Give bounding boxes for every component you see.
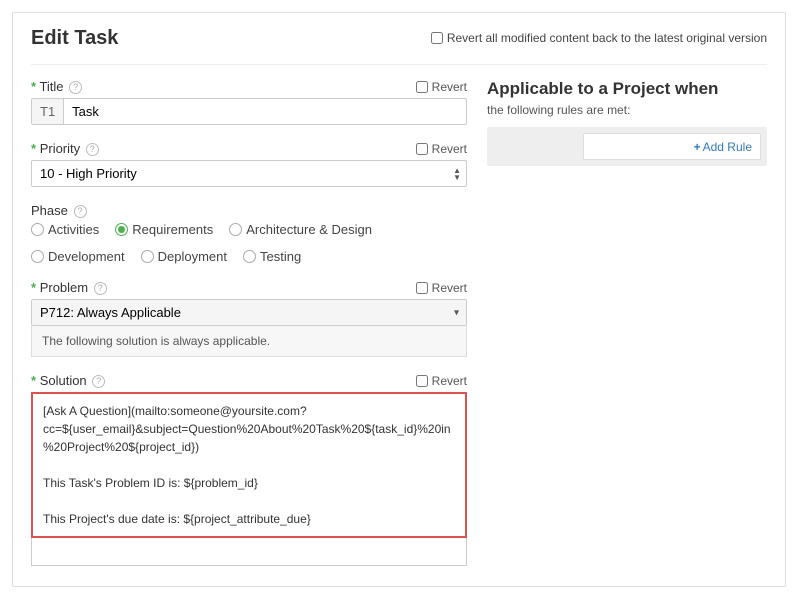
- phase-option-label: Activities: [48, 222, 99, 237]
- applicable-heading: Applicable to a Project when: [487, 79, 767, 99]
- field-phase: Phase ? Activities Requirements: [31, 203, 467, 264]
- revert-all-input[interactable]: [431, 32, 443, 44]
- phase-label: Phase: [31, 203, 68, 218]
- required-star: *: [31, 280, 36, 295]
- phase-option-architecture[interactable]: Architecture & Design: [229, 222, 372, 237]
- revert-all-checkbox[interactable]: Revert all modified content back to the …: [431, 31, 767, 45]
- help-icon[interactable]: ?: [69, 81, 82, 94]
- applicable-subtext: the following rules are met:: [487, 103, 767, 117]
- required-star: *: [31, 79, 36, 94]
- required-star: *: [31, 141, 36, 156]
- add-rule-button[interactable]: +Add Rule: [694, 140, 752, 154]
- help-icon[interactable]: ?: [94, 282, 107, 295]
- required-star: *: [31, 373, 36, 388]
- phase-option-activities[interactable]: Activities: [31, 222, 99, 237]
- title-revert-input[interactable]: [416, 81, 428, 93]
- radio-icon: [229, 223, 242, 236]
- rules-container: +Add Rule: [487, 127, 767, 166]
- field-problem: * Problem ? Revert P712: Always Applicab…: [31, 280, 467, 357]
- phase-option-label: Architecture & Design: [246, 222, 372, 237]
- problem-label: Problem: [40, 280, 88, 295]
- radio-icon: [115, 223, 128, 236]
- rule-slot: +Add Rule: [583, 133, 761, 160]
- problem-revert-input[interactable]: [416, 282, 428, 294]
- phase-option-testing[interactable]: Testing: [243, 249, 301, 264]
- priority-label: Priority: [40, 141, 80, 156]
- phase-option-label: Development: [48, 249, 125, 264]
- problem-revert[interactable]: Revert: [416, 281, 467, 295]
- phase-option-label: Requirements: [132, 222, 213, 237]
- solution-revert[interactable]: Revert: [416, 374, 467, 388]
- priority-revert[interactable]: Revert: [416, 142, 467, 156]
- priority-revert-label: Revert: [432, 142, 467, 156]
- phase-option-requirements[interactable]: Requirements: [115, 222, 213, 237]
- divider: [31, 64, 767, 65]
- solution-editor-footer: [31, 538, 467, 566]
- add-rule-label: Add Rule: [703, 140, 752, 154]
- priority-revert-input[interactable]: [416, 143, 428, 155]
- field-priority: * Priority ? Revert 10 - High Priority ▲…: [31, 141, 467, 187]
- phase-option-development[interactable]: Development: [31, 249, 125, 264]
- solution-revert-input[interactable]: [416, 375, 428, 387]
- problem-revert-label: Revert: [432, 281, 467, 295]
- title-revert-label: Revert: [432, 80, 467, 94]
- field-solution: * Solution ? Revert [Ask A Question](mai…: [31, 373, 467, 566]
- page-title: Edit Task: [31, 27, 118, 50]
- phase-option-deployment[interactable]: Deployment: [141, 249, 227, 264]
- phase-option-label: Testing: [260, 249, 301, 264]
- solution-revert-label: Revert: [432, 374, 467, 388]
- revert-all-label: Revert all modified content back to the …: [447, 31, 767, 45]
- priority-select[interactable]: 10 - High Priority: [31, 160, 467, 187]
- help-icon[interactable]: ?: [74, 205, 87, 218]
- field-title: * Title ? Revert T1: [31, 79, 467, 125]
- solution-editor[interactable]: [Ask A Question](mailto:someone@yoursite…: [31, 392, 467, 538]
- title-input[interactable]: [63, 98, 467, 125]
- problem-select[interactable]: P712: Always Applicable: [31, 299, 467, 326]
- title-label: Title: [39, 79, 63, 94]
- help-icon[interactable]: ?: [86, 143, 99, 156]
- radio-icon: [243, 250, 256, 263]
- help-icon[interactable]: ?: [92, 375, 105, 388]
- title-prefix: T1: [31, 98, 63, 125]
- solution-label: Solution: [40, 373, 87, 388]
- radio-icon: [31, 223, 44, 236]
- title-revert[interactable]: Revert: [416, 80, 467, 94]
- problem-note: The following solution is always applica…: [31, 326, 467, 357]
- plus-icon: +: [694, 140, 701, 154]
- phase-option-label: Deployment: [158, 249, 227, 264]
- radio-icon: [31, 250, 44, 263]
- radio-icon: [141, 250, 154, 263]
